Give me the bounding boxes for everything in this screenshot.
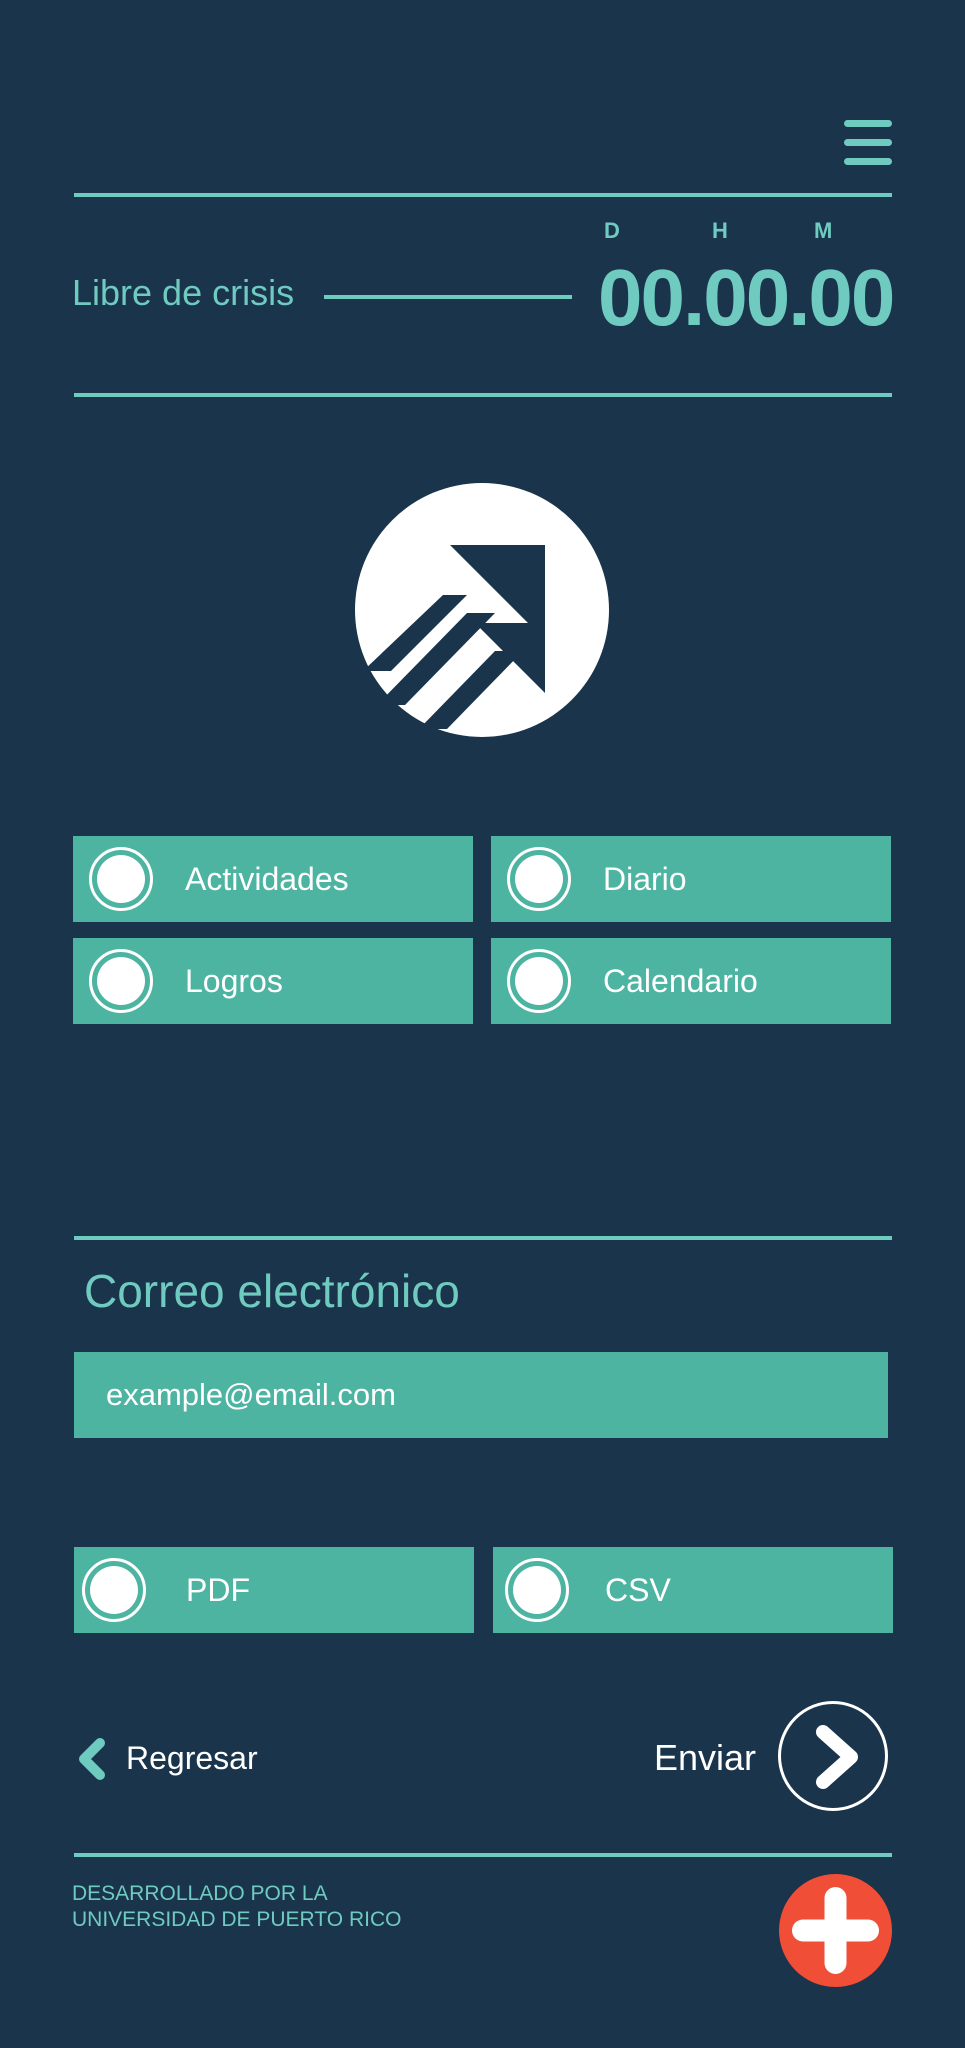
radio-calendario[interactable] [507, 949, 571, 1013]
send-circle [778, 1701, 888, 1811]
menu-button[interactable] [844, 120, 892, 166]
add-button[interactable] [779, 1874, 892, 1987]
hamburger-menu-icon [844, 120, 892, 127]
footer-divider [74, 1853, 892, 1857]
format-label: PDF [186, 1571, 250, 1608]
option-label: Logros [185, 962, 283, 999]
email-input[interactable] [74, 1352, 888, 1438]
timer-unit-hours: H [712, 218, 728, 243]
email-divider [74, 1236, 892, 1240]
radio-dot [513, 1566, 561, 1614]
send-button[interactable]: Enviar [640, 1701, 890, 1815]
radio-diario[interactable] [507, 847, 571, 911]
developer-credit-line1: DESARROLLADO POR LA [72, 1882, 328, 1905]
timer-leader-line [324, 295, 572, 299]
radio-logros[interactable] [89, 949, 153, 1013]
plus-icon [792, 1887, 879, 1974]
option-logros[interactable]: Logros [73, 938, 473, 1024]
timer-divider [74, 393, 892, 397]
radio-pdf[interactable] [82, 1558, 146, 1622]
app-logo [355, 483, 609, 737]
option-label: Diario [603, 860, 687, 897]
crisis-free-counter: 00.00.00 [598, 253, 895, 342]
radio-dot [515, 957, 563, 1005]
option-label: Actividades [185, 860, 349, 897]
format-label: CSV [605, 1571, 671, 1608]
option-label: Calendario [603, 962, 758, 999]
option-calendario[interactable]: Calendario [491, 938, 891, 1024]
crisis-free-label: Libre de crisis [72, 272, 295, 313]
radio-dot [97, 957, 145, 1005]
format-csv[interactable]: CSV [493, 1547, 893, 1633]
email-section-title: Correo electrónico [84, 1265, 460, 1317]
hamburger-line [844, 139, 892, 146]
send-label: Enviar [654, 1737, 757, 1778]
upward-arrows-logo-icon [355, 483, 609, 737]
format-pdf[interactable]: PDF [74, 1547, 474, 1633]
option-diario[interactable]: Diario [491, 836, 891, 922]
header-divider [74, 193, 892, 197]
radio-csv[interactable] [505, 1558, 569, 1622]
radio-dot [515, 855, 563, 903]
timer-unit-minutes: M [814, 218, 833, 243]
option-actividades[interactable]: Actividades [73, 836, 473, 922]
radio-dot [90, 1566, 138, 1614]
radio-dot [97, 855, 145, 903]
back-button[interactable]: Regresar [74, 1736, 274, 1782]
back-label: Regresar [126, 1740, 258, 1776]
hamburger-line [844, 158, 892, 165]
radio-actividades[interactable] [89, 847, 153, 911]
timer-unit-days: D [604, 218, 620, 243]
chevron-left-icon [79, 1738, 105, 1780]
developer-credit-line2: UNIVERSIDAD DE PUERTO RICO [72, 1908, 402, 1931]
chevron-right-icon [816, 1725, 858, 1789]
